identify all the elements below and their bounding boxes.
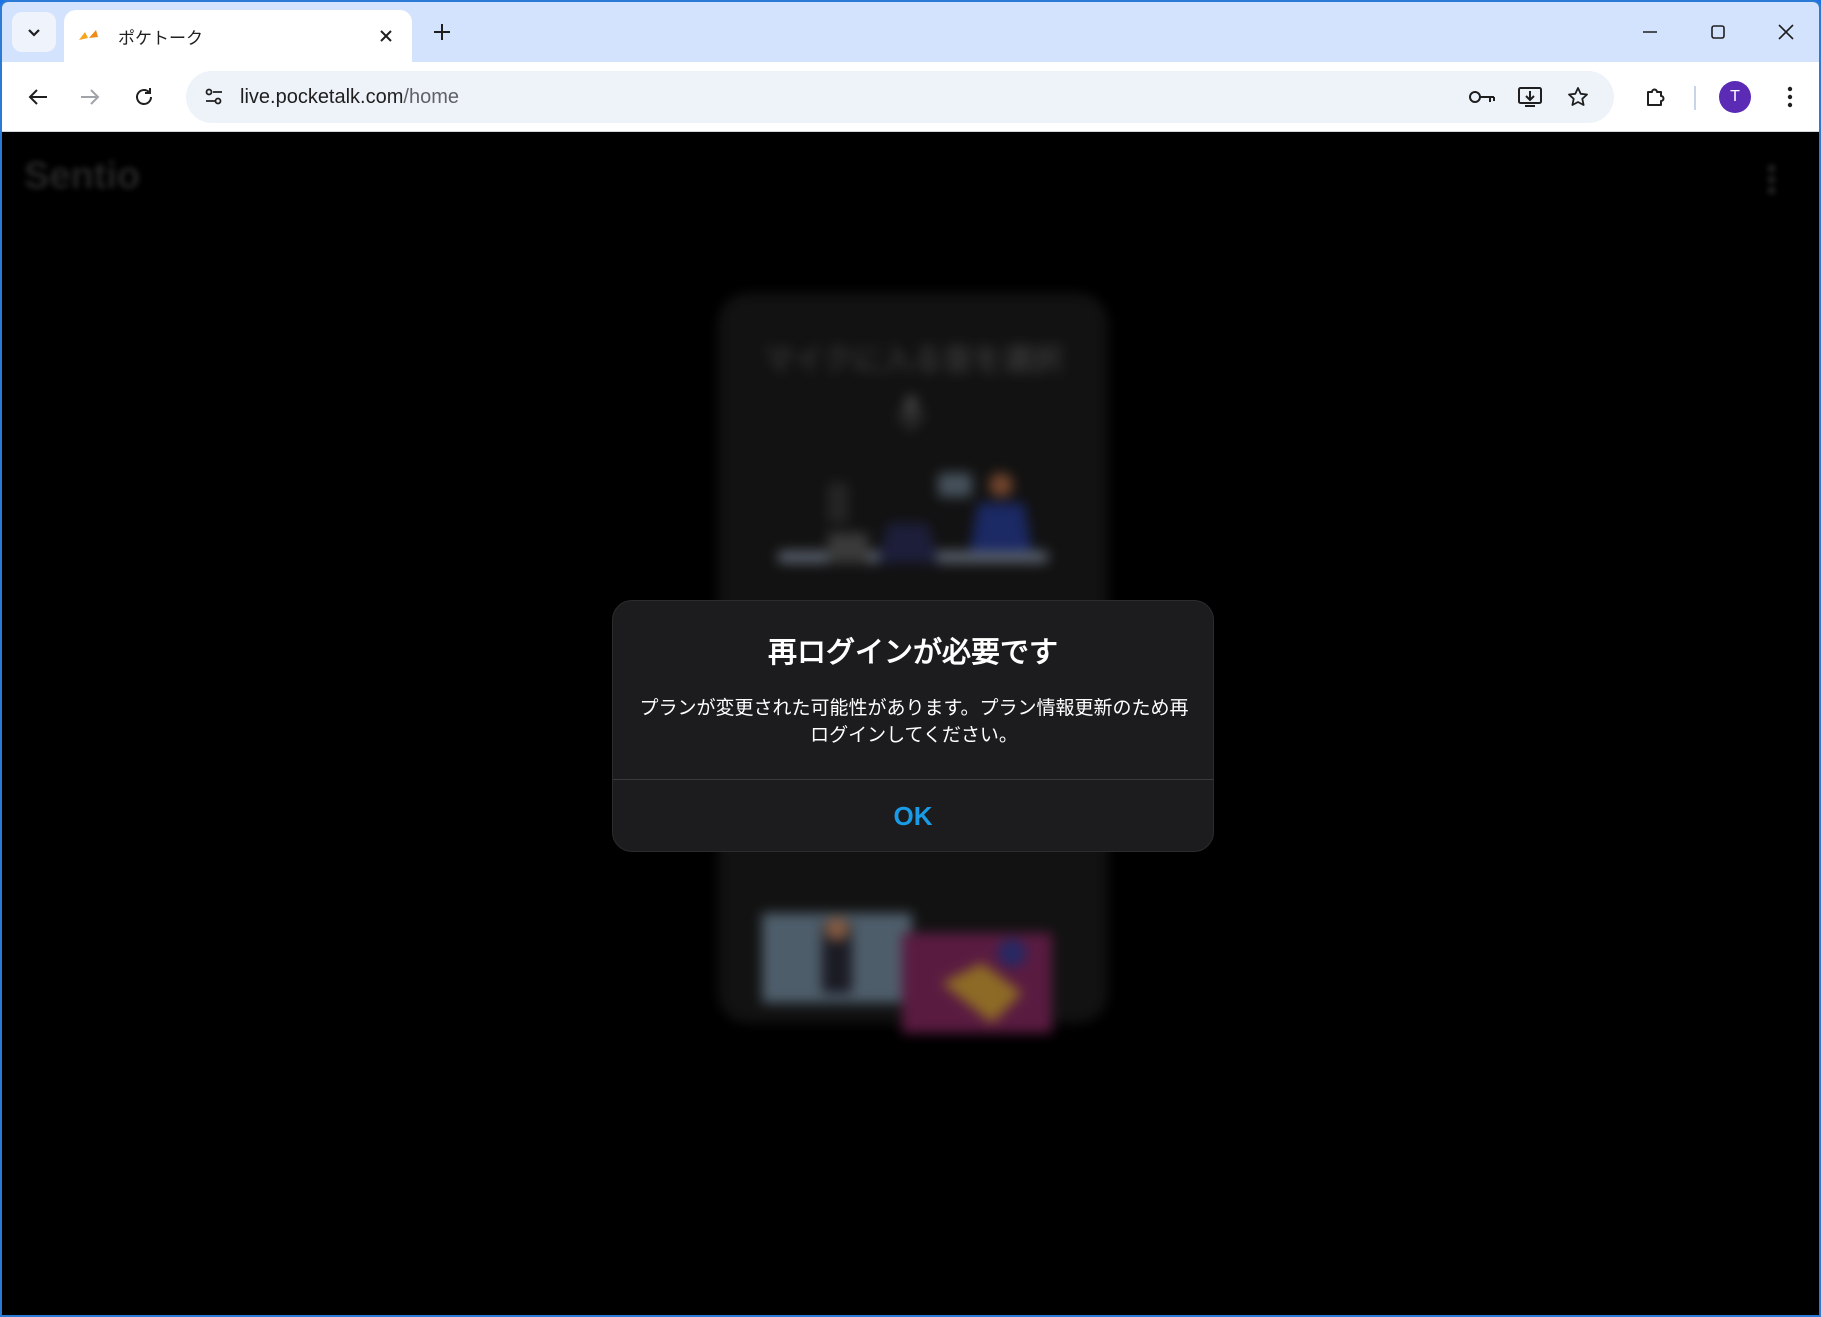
- minimize-button[interactable]: [1618, 2, 1682, 62]
- profile-avatar[interactable]: T: [1719, 81, 1751, 113]
- password-key-button[interactable]: [1466, 81, 1498, 113]
- tab-search-button[interactable]: [12, 12, 56, 52]
- pocketalk-logo-icon: [78, 27, 104, 45]
- maximize-button[interactable]: [1686, 2, 1750, 62]
- browser-window: ポケトーク live.pocketalk.com/home T Sentio マ…: [0, 0, 1821, 1317]
- tab-title: ポケトーク: [118, 28, 203, 49]
- tab-strip: ポケトーク: [2, 2, 1819, 62]
- plus-icon: [434, 24, 450, 40]
- dialog-message-line2: ログインしてください。: [810, 724, 1018, 746]
- url-host: live.pocketalk.com: [240, 86, 404, 108]
- tab-close-icon[interactable]: [374, 24, 398, 48]
- new-tab-button[interactable]: [426, 16, 458, 48]
- install-icon: [1518, 87, 1542, 107]
- back-button[interactable]: [18, 77, 58, 117]
- dialog-message: プランが変更された可能性があります。プラン情報更新のため再 ログインしてください…: [629, 695, 1199, 749]
- url-path: /home: [403, 86, 459, 108]
- browser-toolbar: live.pocketalk.com/home T: [2, 62, 1819, 132]
- key-icon: [1469, 91, 1495, 103]
- dialog-title: 再ログインが必要です: [767, 635, 1058, 669]
- puzzle-icon: [1647, 88, 1665, 106]
- toolbar-separator: [1694, 86, 1696, 110]
- page-content: Sentio マイクに入る音を選択 再ログインが必要です プランが変更された可能…: [2, 133, 1819, 1315]
- reload-icon: [136, 88, 152, 105]
- browser-menu-button[interactable]: [1770, 77, 1810, 117]
- relogin-dialog: 再ログインが必要です プランが変更された可能性があります。プラン情報更新のため再…: [612, 600, 1214, 852]
- minimize-icon: [1643, 31, 1657, 33]
- ok-button[interactable]: OK: [613, 780, 1213, 851]
- more-vert-icon: [1787, 86, 1793, 108]
- url-text[interactable]: live.pocketalk.com/home: [240, 71, 459, 123]
- dialog-message-line1: プランが変更された可能性があります。プラン情報更新のため再: [639, 697, 1189, 719]
- reload-button[interactable]: [124, 77, 164, 117]
- site-info-button[interactable]: [198, 81, 230, 113]
- star-icon: [1568, 87, 1588, 106]
- maximize-icon: [1711, 25, 1725, 39]
- tune-icon: [205, 88, 222, 105]
- window-close-button[interactable]: [1754, 2, 1818, 62]
- extensions-button[interactable]: [1636, 77, 1676, 117]
- arrow-right-icon: [81, 89, 100, 105]
- address-bar[interactable]: live.pocketalk.com/home: [186, 71, 1614, 123]
- install-app-button[interactable]: [1514, 81, 1546, 113]
- tab-pocketalk[interactable]: ポケトーク: [64, 10, 412, 62]
- bookmark-button[interactable]: [1562, 81, 1594, 113]
- close-icon: [1778, 24, 1794, 40]
- arrow-left-icon: [28, 89, 47, 105]
- chevron-down-icon: [28, 29, 40, 37]
- forward-button[interactable]: [70, 77, 110, 117]
